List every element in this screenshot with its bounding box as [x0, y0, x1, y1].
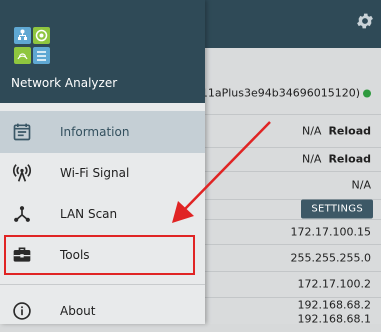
- menu-item-label: Information: [60, 125, 130, 139]
- app-logo-icon: [14, 27, 50, 64]
- menu-item-information[interactable]: Information: [0, 111, 205, 153]
- netmask-value: 255.255.255.0: [290, 251, 371, 264]
- gateway-value: 172.17.100.2: [297, 277, 371, 291]
- info-row: N/A Reload: [205, 114, 381, 148]
- ip-row: 172.17.100.15: [205, 219, 381, 245]
- info-icon: [13, 302, 31, 320]
- menu-item-about[interactable]: About: [0, 290, 205, 332]
- menu-item-wifi-signal[interactable]: Wi-Fi Signal: [0, 152, 205, 194]
- drawer-header: Network Analyzer: [0, 0, 205, 103]
- calendar-list-icon: [13, 123, 31, 141]
- ssid-value: 11aPlus3e94b34696015120): [200, 86, 360, 100]
- row-value: N/A: [351, 178, 371, 192]
- settings-row: SETTINGS: [205, 199, 381, 220]
- reload-button[interactable]: Reload: [328, 153, 371, 166]
- row-value: N/A: [301, 152, 322, 166]
- settings-button[interactable]: SETTINGS: [301, 199, 373, 219]
- connected-status-icon: [363, 89, 371, 98]
- dns1-value: 192.168.68.2: [297, 298, 371, 312]
- row-value: N/A: [301, 124, 322, 137]
- lan-scan-icon: [14, 206, 30, 222]
- ssid-row: 11aPlus3e94b34696015120): [201, 72, 381, 115]
- navigation-drawer: Network Analyzer Information Wi-Fi Signa…: [0, 0, 205, 324]
- info-row: N/A Reload: [205, 147, 381, 172]
- menu-item-label: About: [60, 304, 96, 318]
- app-name: Network Analyzer: [11, 76, 118, 90]
- wifi-signal-icon: [12, 164, 32, 182]
- drawer-divider: [0, 284, 205, 285]
- dns-row: 192.168.68.2: [205, 297, 381, 313]
- menu-item-label: Wi-Fi Signal: [60, 166, 130, 180]
- reload-button[interactable]: Reload: [328, 124, 371, 137]
- info-row: N/A: [205, 171, 381, 200]
- ip-address-value: 172.17.100.15: [290, 225, 371, 238]
- gateway-row: 172.17.100.2: [205, 271, 381, 298]
- menu-item-label: LAN Scan: [60, 207, 118, 221]
- gear-icon[interactable]: [355, 10, 375, 32]
- netmask-row: 255.255.255.0: [205, 244, 381, 272]
- menu-item-lan-scan[interactable]: LAN Scan: [0, 193, 205, 235]
- tools-highlight-box: [4, 235, 195, 275]
- dns-row: 192.168.68.1: [205, 313, 381, 326]
